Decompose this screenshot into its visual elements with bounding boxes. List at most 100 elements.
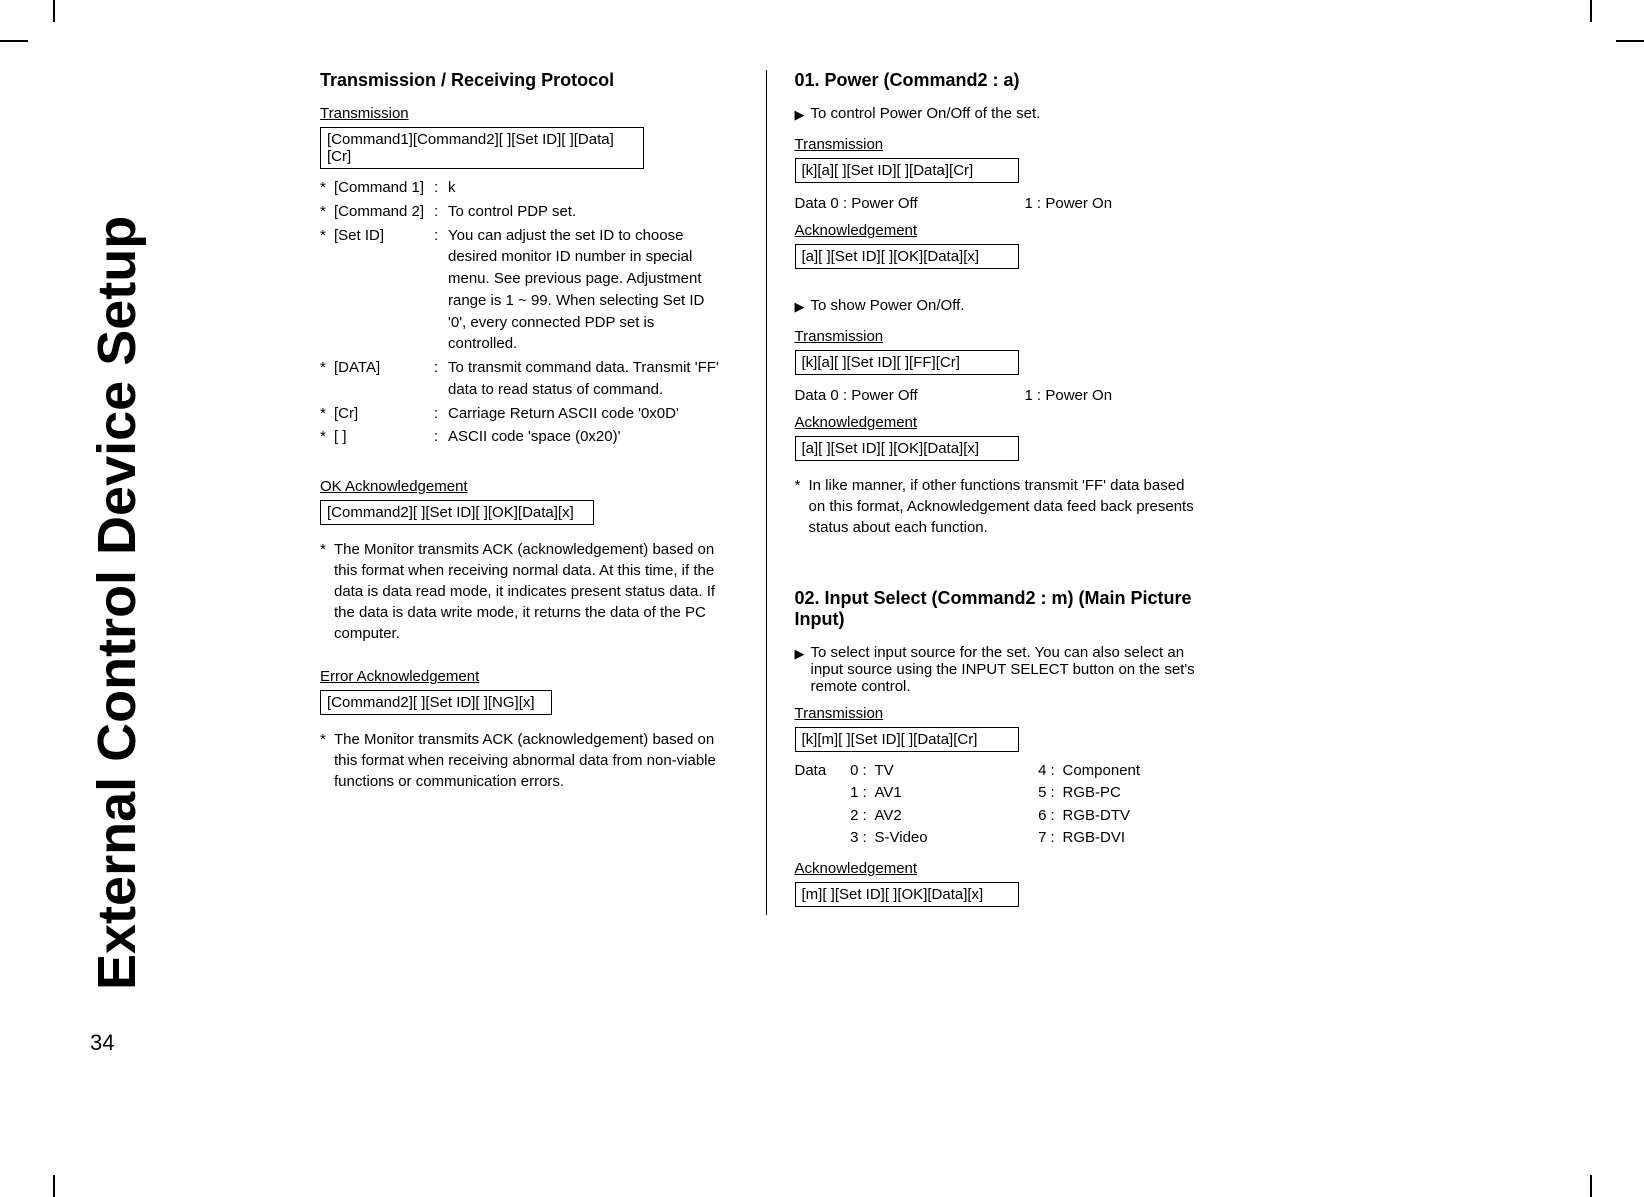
right-column: 01. Power (Command2 : a) ▶ To control Po…: [766, 70, 1201, 915]
data-num: 4: [1029, 760, 1047, 783]
input-desc: ▶ To select input source for the set. Yo…: [795, 644, 1201, 695]
bullet-star: *: [320, 177, 334, 199]
data-label: AV2: [875, 805, 1029, 828]
data-label: S-Video: [875, 827, 1029, 850]
power-data-row: Data 0 : Power Off 1 : Power On: [795, 195, 1201, 212]
power-trans2-box: [k][a][ ][Set ID][ ][FF][Cr]: [795, 350, 1019, 375]
ack-label: Acknowledgement: [795, 222, 1201, 239]
data-colon: :: [859, 805, 875, 828]
ok-ack-label: OK Acknowledgement: [320, 478, 726, 495]
list-item: 1 : AV1 5 : RGB-PC: [795, 782, 1201, 805]
ok-ack-note: * The Monitor transmits ACK (acknowledge…: [320, 539, 726, 644]
transmission-label: Transmission: [795, 328, 1201, 345]
list-item: 3 : S-Video 7 : RGB-DVI: [795, 827, 1201, 850]
def-colon: :: [434, 225, 448, 356]
def-colon: :: [434, 177, 448, 199]
def-row: * [Command 2] : To control PDP set.: [320, 201, 726, 223]
crop-mark: [53, 1175, 55, 1197]
data-right: 1 : Power On: [1025, 387, 1201, 404]
power-ack2-box: [a][ ][Set ID][ ][OK][Data][x]: [795, 436, 1019, 461]
manual-page: External Control Device Setup 34 Transmi…: [90, 70, 1190, 1080]
def-key: [Command 1]: [334, 177, 434, 199]
data-num: 5: [1029, 782, 1047, 805]
def-row: * [Command 1] : k: [320, 177, 726, 199]
data-colon: :: [1047, 782, 1063, 805]
def-colon: :: [434, 426, 448, 448]
bullet-star: *: [320, 225, 334, 356]
power-trans-box: [k][a][ ][Set ID][ ][Data][Cr]: [795, 158, 1019, 183]
data-label: RGB-DTV: [1063, 805, 1201, 828]
data-num: 1: [841, 782, 859, 805]
list-item: Data 0 : TV 4 : Component: [795, 760, 1201, 783]
bullet-star: *: [320, 357, 334, 401]
def-value: To transmit command data. Transmit 'FF' …: [448, 357, 726, 401]
crop-mark: [0, 40, 28, 42]
triangle-icon: ▶: [795, 105, 805, 126]
note-star: *: [795, 475, 805, 538]
def-row: * [DATA] : To transmit command data. Tra…: [320, 357, 726, 401]
crop-mark: [1590, 1175, 1592, 1197]
data-right: 1 : Power On: [1025, 195, 1201, 212]
def-colon: :: [434, 201, 448, 223]
ok-ack-box: [Command2][ ][Set ID][ ][OK][Data][x]: [320, 500, 594, 525]
transmission-label: Transmission: [320, 105, 726, 122]
bullet-star: *: [320, 201, 334, 223]
err-ack-note: * The Monitor transmits ACK (acknowledge…: [320, 729, 726, 792]
page-number: 34: [90, 1030, 114, 1056]
def-key: [Command 2]: [334, 201, 434, 223]
crop-mark: [53, 0, 55, 22]
power-show-desc: ▶ To show Power On/Off.: [795, 297, 1201, 318]
power-data2-row: Data 0 : Power Off 1 : Power On: [795, 387, 1201, 404]
def-value: You can adjust the set ID to choose desi…: [448, 225, 726, 356]
note-star: *: [320, 539, 330, 644]
left-column: Transmission / Receiving Protocol Transm…: [320, 70, 726, 915]
data-label: Component: [1063, 760, 1201, 783]
transmission-label: Transmission: [795, 705, 1201, 722]
data-num: 3: [841, 827, 859, 850]
content-columns: Transmission / Receiving Protocol Transm…: [320, 70, 1200, 915]
triangle-icon: ▶: [795, 297, 805, 318]
def-value: To control PDP set.: [448, 201, 726, 223]
ack-label: Acknowledgement: [795, 860, 1201, 877]
note-text: In like manner, if other functions trans…: [805, 475, 1201, 538]
protocol-heading: Transmission / Receiving Protocol: [320, 70, 726, 91]
note-text: The Monitor transmits ACK (acknowledgeme…: [330, 729, 726, 792]
def-value: ASCII code 'space (0x20)': [448, 426, 726, 448]
power-ack-box: [a][ ][Set ID][ ][OK][Data][x]: [795, 244, 1019, 269]
def-key: [ ]: [334, 426, 434, 448]
list-item: 2 : AV2 6 : RGB-DTV: [795, 805, 1201, 828]
data-colon: :: [859, 782, 875, 805]
crop-mark: [1590, 0, 1592, 22]
def-value: Carriage Return ASCII code '0x0D': [448, 403, 726, 425]
data-num: 6: [1029, 805, 1047, 828]
power-note: * In like manner, if other functions tra…: [795, 475, 1201, 538]
power-heading: 01. Power (Command2 : a): [795, 70, 1201, 91]
transmission-format-box: [Command1][Command2][ ][Set ID][ ][Data]…: [320, 127, 644, 169]
data-label: AV1: [875, 782, 1029, 805]
def-key: [Cr]: [334, 403, 434, 425]
data-label: TV: [875, 760, 1029, 783]
desc-text: To show Power On/Off.: [811, 297, 965, 318]
err-ack-box: [Command2][ ][Set ID][ ][NG][x]: [320, 690, 552, 715]
power-desc: ▶ To control Power On/Off of the set.: [795, 105, 1201, 126]
bullet-star: *: [320, 403, 334, 425]
data-num: 2: [841, 805, 859, 828]
note-text: The Monitor transmits ACK (acknowledgeme…: [330, 539, 726, 644]
data-colon: :: [859, 827, 875, 850]
ack-label: Acknowledgement: [795, 414, 1201, 431]
def-row: * [Set ID] : You can adjust the set ID t…: [320, 225, 726, 356]
def-row: * [Cr] : Carriage Return ASCII code '0x0…: [320, 403, 726, 425]
err-ack-label: Error Acknowledgement: [320, 668, 726, 685]
protocol-definitions: * [Command 1] : k * [Command 2] : To con…: [320, 177, 726, 448]
data-num: 7: [1029, 827, 1047, 850]
data-label: RGB-DVI: [1063, 827, 1201, 850]
data-left: Data 0 : Power Off: [795, 387, 1025, 404]
bullet-star: *: [320, 426, 334, 448]
data-colon: :: [1047, 805, 1063, 828]
def-colon: :: [434, 403, 448, 425]
input-trans-box: [k][m][ ][Set ID][ ][Data][Cr]: [795, 727, 1019, 752]
def-key: [DATA]: [334, 357, 434, 401]
desc-text: To select input source for the set. You …: [811, 644, 1201, 695]
desc-text: To control Power On/Off of the set.: [811, 105, 1041, 126]
input-data-list: Data 0 : TV 4 : Component 1 : AV1 5 : RG…: [795, 760, 1201, 850]
